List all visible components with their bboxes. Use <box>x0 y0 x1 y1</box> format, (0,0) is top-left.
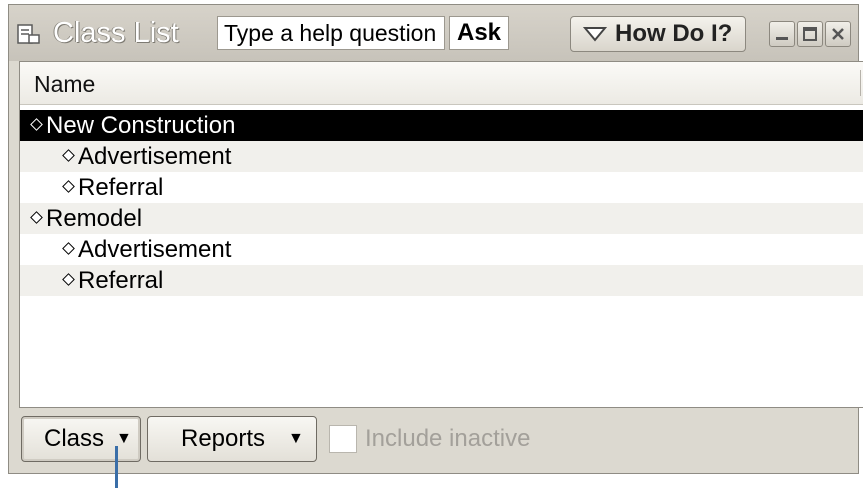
minimize-button[interactable] <box>769 21 795 47</box>
reports-menu-button[interactable]: Reports ▼ <box>147 416 317 462</box>
maximize-icon <box>803 27 817 41</box>
column-header-name[interactable]: Name <box>20 62 863 105</box>
list-item[interactable]: Advertisement <box>20 234 863 265</box>
ask-button[interactable]: Ask <box>449 16 509 50</box>
window-title: Class List <box>53 17 179 49</box>
list-item-label: New Construction <box>46 112 236 139</box>
list-item-label: Remodel <box>46 205 143 232</box>
diamond-icon <box>62 149 75 163</box>
list-item-label: Advertisement <box>78 143 232 170</box>
triangle-down-icon <box>583 27 607 42</box>
list-item[interactable]: Remodel <box>20 203 863 234</box>
list-item-label: Referral <box>78 267 164 294</box>
list-item-label: Advertisement <box>78 236 232 263</box>
close-icon <box>832 28 844 40</box>
minimize-icon <box>776 37 788 40</box>
dropdown-arrow-icon: ▼ <box>116 430 132 447</box>
maximize-button[interactable] <box>797 21 823 47</box>
class-list-window: Class List Type a help question Ask How … <box>8 4 863 474</box>
include-inactive-label: Include inactive <box>365 425 531 452</box>
include-inactive-checkbox[interactable] <box>329 425 357 453</box>
reports-button-label: Reports <box>181 425 266 452</box>
how-do-i-button[interactable]: How Do I? <box>570 16 746 52</box>
class-menu-button[interactable]: Class ▼ <box>21 416 141 462</box>
list-item[interactable]: Referral <box>20 172 863 203</box>
class-button-label: Class <box>44 425 105 452</box>
list-item-label: Referral <box>78 174 164 201</box>
diamond-icon <box>30 211 43 225</box>
class-list-icon <box>17 24 40 44</box>
help-question-input[interactable]: Type a help question <box>217 16 445 50</box>
diamond-icon <box>62 242 75 256</box>
column-header-label: Name <box>34 71 96 97</box>
title-bar[interactable]: Class List Type a help question Ask How … <box>9 5 858 61</box>
list-item[interactable]: Advertisement <box>20 141 863 172</box>
column-separator <box>860 70 861 96</box>
list-item[interactable]: New Construction <box>20 110 863 141</box>
diamond-icon <box>62 180 75 194</box>
dropdown-arrow-icon: ▼ <box>288 430 304 447</box>
list-item[interactable]: Referral <box>20 265 863 296</box>
callout-pointer-line <box>115 446 118 488</box>
diamond-icon <box>62 273 75 287</box>
class-list[interactable]: Name New Construction Advertisement Refe… <box>19 61 863 408</box>
how-do-i-label: How Do I? <box>615 20 733 47</box>
diamond-icon <box>30 118 43 132</box>
close-button[interactable] <box>825 21 851 47</box>
